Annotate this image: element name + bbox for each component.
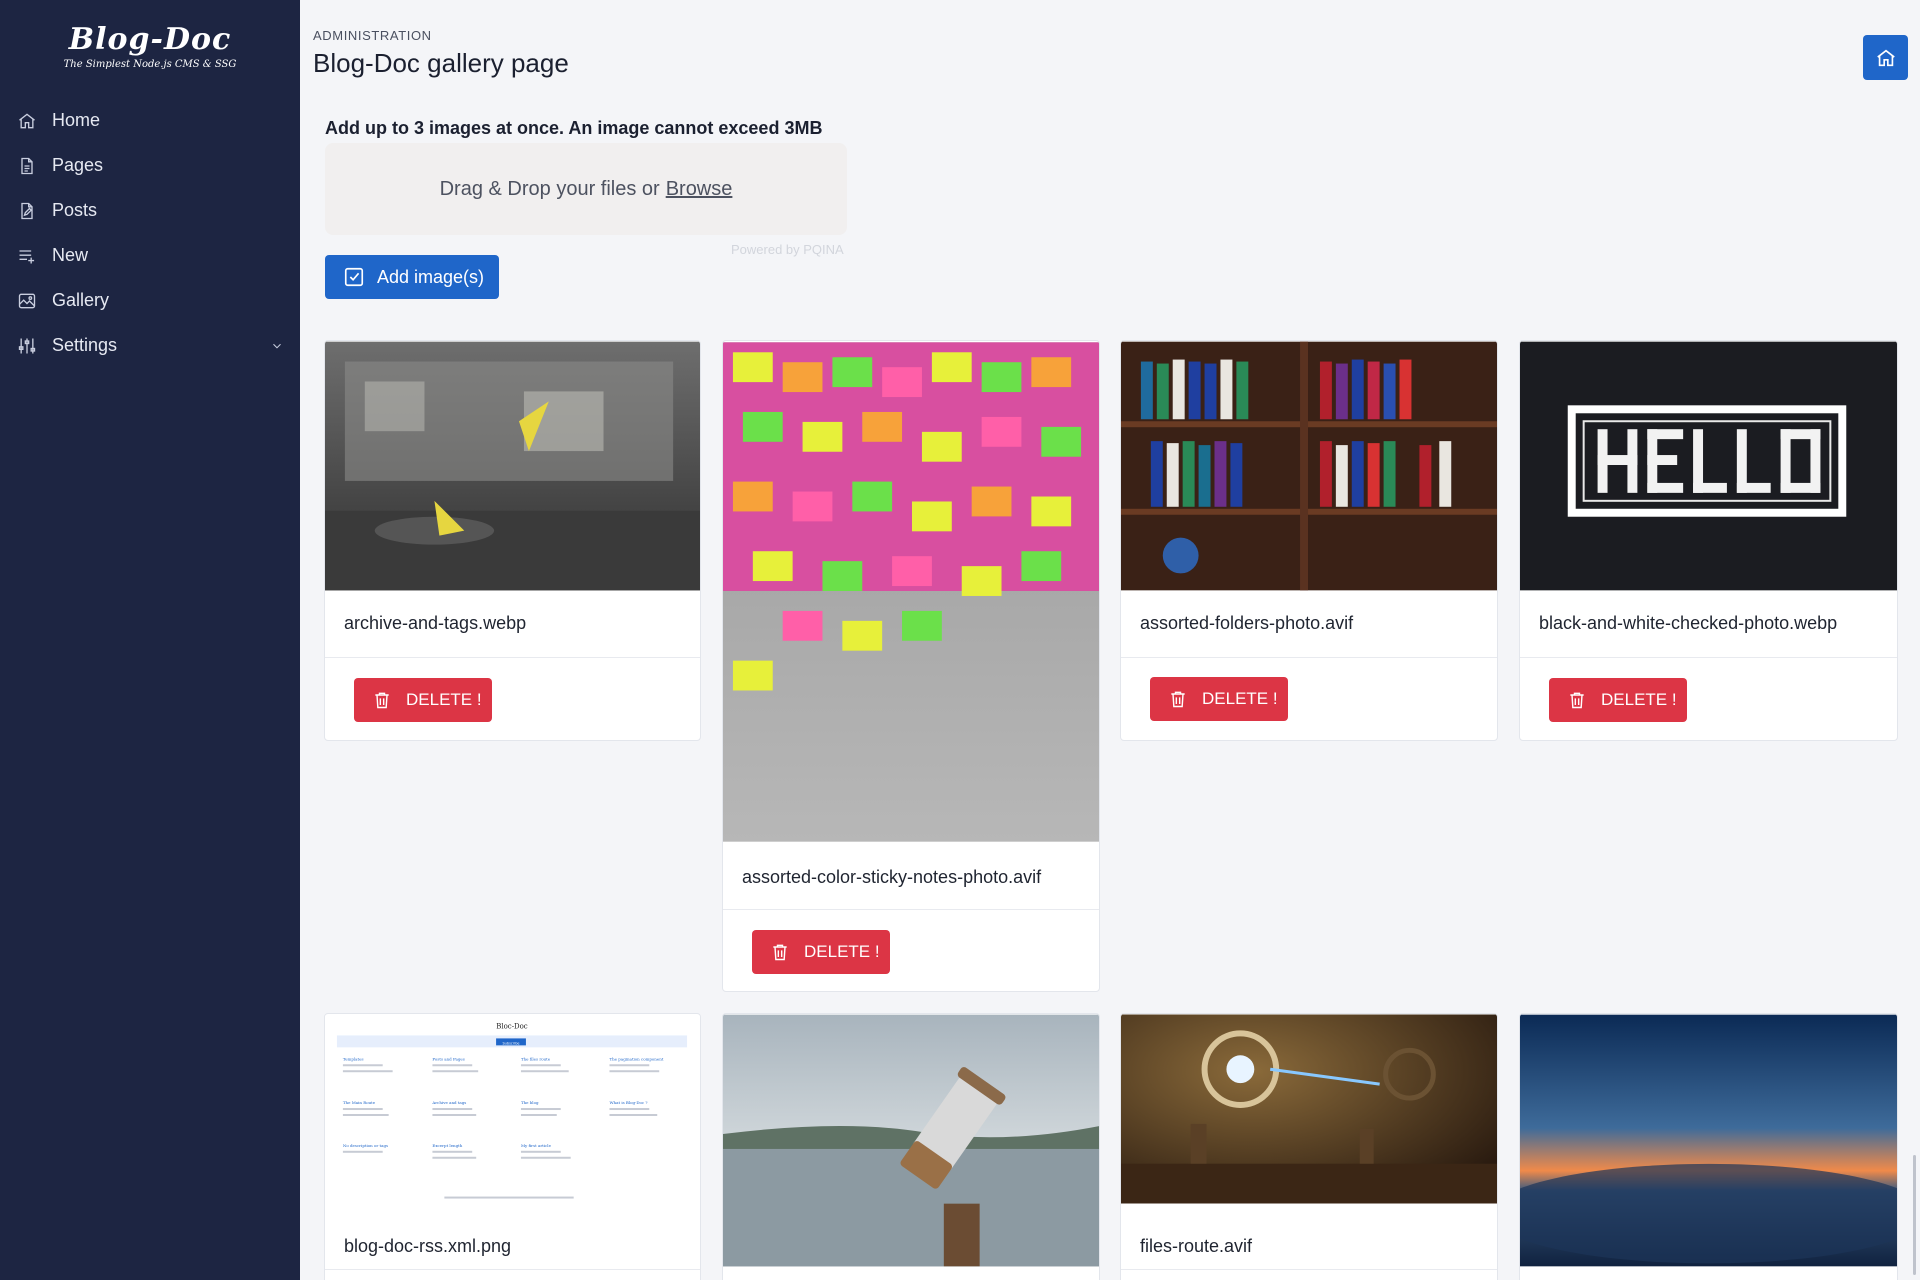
preview-post-title: What is Blog-Doc ?	[609, 1100, 647, 1105]
powered-by-label: Powered by PQINA	[731, 242, 844, 257]
preview-post-title: The blog	[521, 1100, 539, 1105]
add-images-label: Add image(s)	[377, 266, 485, 287]
delete-label: DELETE !	[1202, 689, 1278, 708]
gallery-image	[1520, 341, 1897, 591]
image-filename: black-and-white-checked-photo.webp	[1539, 613, 1838, 633]
card-divider	[1520, 657, 1897, 658]
dropzone-text: Drag & Drop your files or	[439, 177, 660, 200]
card-divider	[1121, 1269, 1497, 1270]
gallery-image: Bloc-Doc Subscribe Templates Posts and Pa…	[325, 1014, 700, 1214]
trash-icon	[773, 944, 787, 961]
sidebar-item-label: Posts	[52, 200, 98, 220]
home-icon	[1876, 49, 1895, 66]
chevron-down-icon	[270, 337, 286, 353]
edit-document-icon	[16, 200, 38, 222]
add-images-button[interactable]: Add image(s)	[325, 255, 499, 299]
home-button[interactable]	[1863, 35, 1908, 80]
sidebar-item-label: Home	[52, 110, 101, 130]
delete-button[interactable]: DELETE !	[354, 678, 492, 722]
gallery-image	[325, 341, 700, 591]
gallery-card	[1519, 1013, 1898, 1280]
gallery-image	[1121, 1014, 1497, 1204]
gallery-image	[1520, 1014, 1897, 1267]
gallery-card: assorted-folders-photo.avif DELETE !	[1120, 340, 1498, 741]
gallery-card: black-and-white-checked-photo.webp DELET…	[1519, 340, 1898, 741]
sidebar-item-home[interactable]: Home	[0, 98, 300, 143]
sidebar-item-settings[interactable]: Settings	[0, 323, 300, 368]
card-divider	[325, 657, 700, 658]
delete-button[interactable]: DELETE !	[752, 930, 890, 974]
page-title: Blog-Doc gallery page	[313, 48, 569, 78]
preview-post-title: Posts and Pages	[432, 1056, 464, 1061]
preview-post-title: Excerpt length	[432, 1143, 462, 1148]
brand-name: Blog-Doc	[68, 22, 232, 57]
card-divider	[1121, 657, 1497, 658]
card-divider	[325, 1269, 700, 1270]
image-filename: archive-and-tags.webp	[344, 613, 527, 633]
checkbox-icon	[344, 267, 364, 287]
gallery-card: archive-and-tags.webp DELETE !	[324, 340, 701, 741]
gallery-image	[1121, 341, 1497, 591]
preview-post-title: The Main Route	[343, 1100, 376, 1105]
gallery-image	[723, 342, 1099, 842]
preview-post-title: No description or tags	[343, 1143, 388, 1148]
preview-subscribe-button: Subscribe	[502, 1041, 519, 1045]
image-filename: assorted-color-sticky-notes-photo.avif	[742, 867, 1042, 887]
trash-icon	[1570, 692, 1584, 709]
file-dropzone[interactable]: Drag & Drop your files or Browse	[325, 143, 847, 235]
gallery-card: Bloc-Doc Subscribe Templates Posts and Pa…	[324, 1013, 701, 1280]
sidebar-item-label: New	[52, 245, 89, 265]
list-add-icon	[16, 245, 38, 267]
sidebar-item-label: Gallery	[52, 290, 110, 310]
sliders-icon	[16, 335, 38, 357]
brand-logo[interactable]: Blog-Doc The Simplest Node.js CMS & SSG	[0, 0, 300, 92]
browse-link[interactable]: Browse	[666, 178, 733, 201]
main-content: ADMINISTRATION Blog-Doc gallery page Add…	[300, 0, 1920, 1280]
home-icon	[16, 110, 38, 132]
preview-post-title: The pagination component	[609, 1056, 663, 1061]
brand-tagline: The Simplest Node.js CMS & SSG	[63, 59, 237, 70]
upload-instructions: Add up to 3 images at once. An image can…	[325, 118, 823, 138]
sidebar-item-label: Settings	[52, 335, 118, 355]
image-filename: assorted-folders-photo.avif	[1140, 613, 1354, 633]
gallery-card: files-route.avif	[1120, 1013, 1498, 1280]
delete-button[interactable]: DELETE !	[1549, 678, 1687, 722]
sidebar-item-posts[interactable]: Posts	[0, 188, 300, 233]
preview-post-title: Templates	[343, 1056, 364, 1061]
image-filename: files-route.avif	[1140, 1236, 1253, 1256]
trash-icon	[1171, 691, 1185, 708]
image-icon	[16, 290, 38, 312]
sidebar-item-pages[interactable]: Pages	[0, 143, 300, 188]
breadcrumb: ADMINISTRATION	[313, 28, 432, 43]
preview-post-title: The files route	[521, 1056, 551, 1061]
sidebar-item-new[interactable]: New	[0, 233, 300, 278]
card-divider	[723, 909, 1099, 910]
scrollbar[interactable]	[1913, 1155, 1916, 1275]
sidebar-item-label: Pages	[52, 155, 104, 175]
gallery-card: assorted-color-sticky-notes-photo.avif D…	[722, 340, 1100, 992]
delete-label: DELETE !	[804, 942, 880, 961]
sidebar-nav: Home Pages Posts New Gallery Settings	[0, 98, 300, 368]
preview-post-title: My first article	[521, 1143, 552, 1148]
image-filename: blog-doc-rss.xml.png	[344, 1236, 512, 1256]
sidebar: Blog-Doc The Simplest Node.js CMS & SSG …	[0, 0, 300, 1280]
preview-post-title: Archive and tags	[431, 1100, 466, 1105]
gallery-card	[722, 1013, 1100, 1280]
document-icon	[16, 155, 38, 177]
sidebar-item-gallery[interactable]: Gallery	[0, 278, 300, 323]
preview-site-title: Bloc-Doc	[496, 1022, 528, 1030]
delete-label: DELETE !	[406, 690, 482, 709]
trash-icon	[375, 692, 389, 709]
delete-label: DELETE !	[1601, 690, 1677, 709]
delete-button[interactable]: DELETE !	[1150, 677, 1288, 721]
gallery-image	[723, 1014, 1099, 1267]
